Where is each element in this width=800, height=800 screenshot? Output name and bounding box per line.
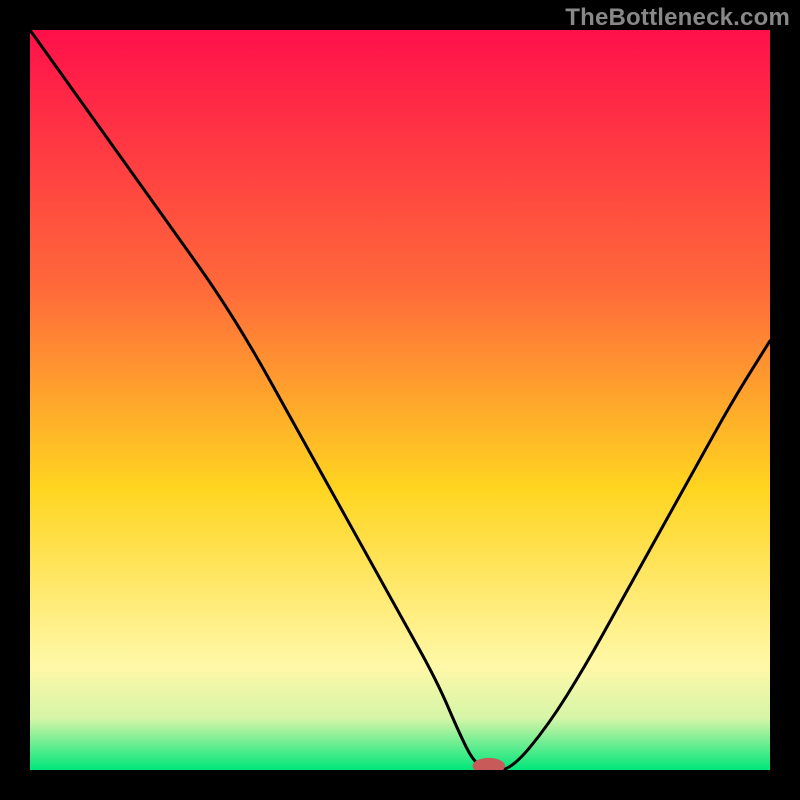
plot-area [30, 30, 770, 770]
watermark-text: TheBottleneck.com [565, 4, 790, 32]
chart-frame: TheBottleneck.com [0, 0, 800, 800]
gradient-background [30, 30, 770, 770]
bottleneck-chart [30, 30, 770, 770]
